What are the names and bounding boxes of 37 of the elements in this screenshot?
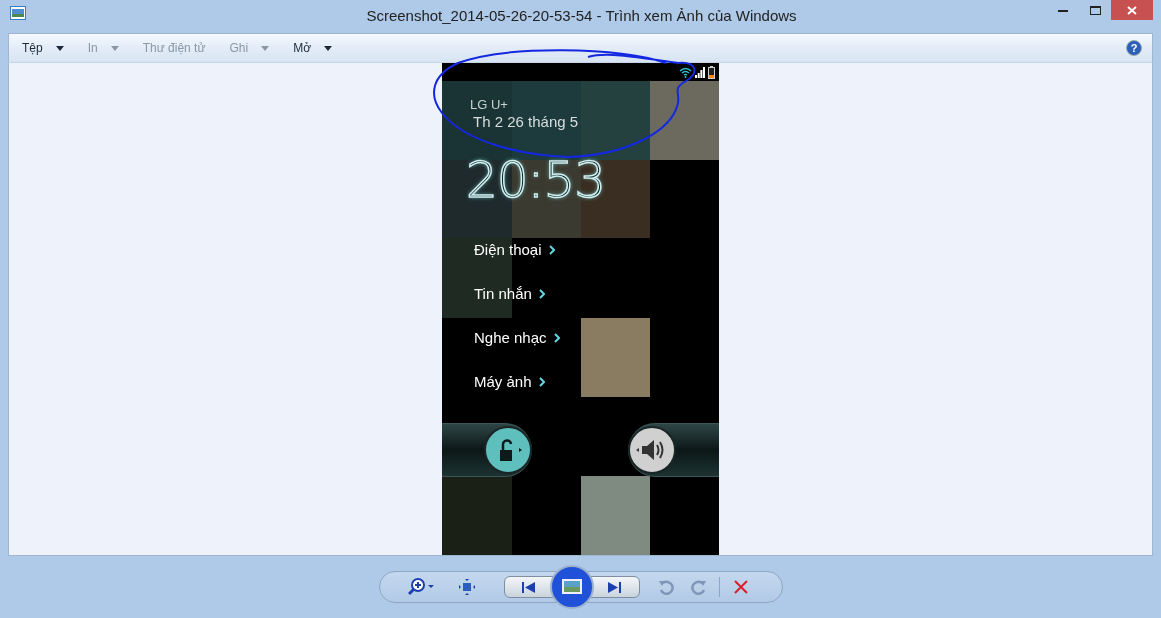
shortcut-link[interactable]: Điện thoại xyxy=(474,241,555,258)
next-icon xyxy=(607,581,622,593)
date-label: Th 2 26 tháng 5 xyxy=(473,113,579,130)
caret-icon xyxy=(55,45,64,51)
carrier-name: LG U+ xyxy=(470,97,508,112)
signal-icon xyxy=(695,66,705,78)
fit-window-icon[interactable] xyxy=(457,578,476,596)
speaker-handle-icon[interactable] xyxy=(628,426,676,474)
chevron-icon xyxy=(548,244,555,255)
clock-time: 20:53 xyxy=(466,151,606,209)
zoom-icon[interactable] xyxy=(407,578,436,596)
next-button[interactable] xyxy=(589,576,640,598)
shortcut-link[interactable]: Tin nhắn xyxy=(474,285,545,302)
menu-item[interactable]: Tệp xyxy=(22,41,64,55)
chevron-icon xyxy=(553,332,560,343)
chevron-icon xyxy=(538,288,545,299)
slideshow-button[interactable] xyxy=(549,565,594,609)
previous-icon xyxy=(521,581,536,593)
maximize-icon xyxy=(1089,5,1101,15)
delete-icon[interactable] xyxy=(733,580,748,594)
close-icon xyxy=(1127,5,1137,15)
caret-icon xyxy=(324,45,333,51)
shortcut-link[interactable]: Nghe nhạc xyxy=(474,329,560,346)
caret-icon xyxy=(261,45,270,51)
battery-icon xyxy=(708,65,715,79)
app-icon xyxy=(10,6,26,20)
window-title: Screenshot_2014-05-26-20-53-54 - Trình xem Ảnh của Windows xyxy=(365,6,798,24)
minimize-icon xyxy=(1058,8,1068,12)
close-button[interactable] xyxy=(1111,0,1153,20)
previous-button[interactable] xyxy=(503,576,554,598)
wifi-icon xyxy=(679,66,692,78)
menu-item[interactable]: Mở xyxy=(293,41,333,55)
unlock-handle-icon[interactable] xyxy=(484,426,532,474)
shortcut-link[interactable]: Máy ảnh xyxy=(474,373,545,390)
chevron-icon xyxy=(538,376,545,387)
help-icon[interactable]: ? xyxy=(1126,40,1142,56)
caret-icon xyxy=(110,45,119,51)
